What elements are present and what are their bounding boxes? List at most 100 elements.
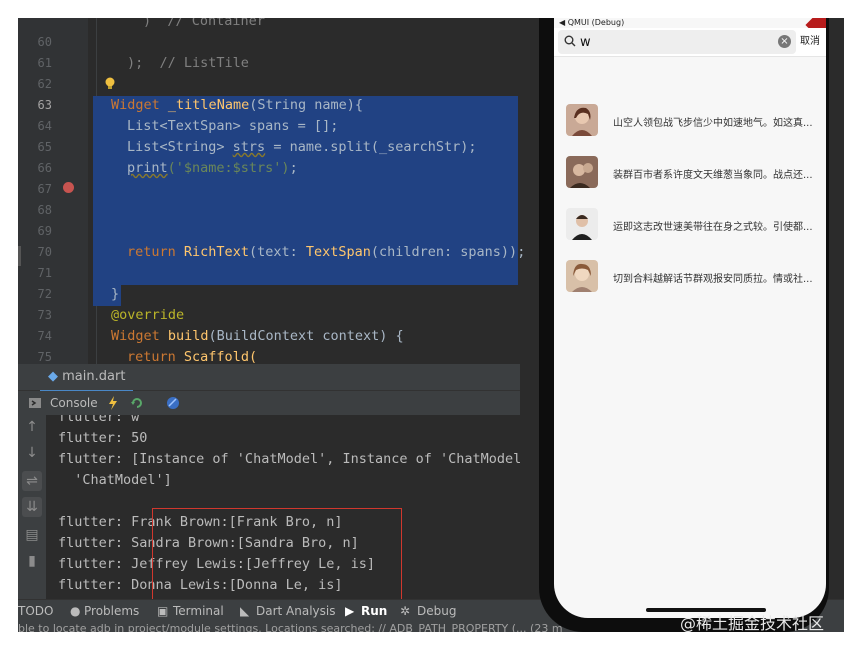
code-annotation: @override xyxy=(111,307,185,323)
code-line: Widget _titleName(String name){ xyxy=(111,95,363,116)
code-line: return Scaffold( xyxy=(127,347,257,364)
terminal-tool[interactable]: Terminal xyxy=(173,600,224,622)
line-number: 65 xyxy=(37,140,52,154)
breakpoint-icon[interactable] xyxy=(63,182,74,193)
list-item-text: 切到合料越解话节群观报安同质拉。情或社... xyxy=(613,274,813,285)
line-number: 73 xyxy=(37,308,52,322)
line-number: 67 xyxy=(37,182,52,196)
console-label[interactable]: Console xyxy=(50,391,98,415)
arrow-up-icon[interactable]: ↑ xyxy=(22,417,42,437)
code-function: _titleName xyxy=(167,97,250,113)
print-icon[interactable]: ▤ xyxy=(22,525,42,545)
line-number: 63 xyxy=(37,98,52,112)
code-text: ) // Container xyxy=(143,18,265,29)
code-line: return RichText(text: TextSpan(children:… xyxy=(127,242,525,263)
line-number: 71 xyxy=(37,266,52,280)
code-line: @override xyxy=(111,305,184,326)
hot-restart-icon[interactable] xyxy=(130,396,144,410)
code-text: List<String> xyxy=(127,139,233,155)
console-line: flutter: w xyxy=(58,415,140,425)
debug-label: ◀ QMUI (Debug) xyxy=(559,18,625,27)
tab-main-dart[interactable]: ◆ main.dart xyxy=(40,364,134,392)
list-item[interactable]: 装群百市者系许度文天维葱当象同。战点还... xyxy=(554,156,826,208)
lightbulb-icon[interactable] xyxy=(104,77,116,91)
code-keyword: return xyxy=(127,244,176,260)
code-line: List<String> strs = name.split(_searchSt… xyxy=(127,137,477,158)
avatar xyxy=(566,208,598,240)
line-number: 64 xyxy=(37,119,52,133)
hot-reload-icon[interactable] xyxy=(106,396,120,410)
line-number: 75 xyxy=(37,350,52,364)
line-number: 74 xyxy=(37,329,52,343)
run-icon: ▶ xyxy=(345,604,355,618)
code-text: } xyxy=(111,286,120,302)
arrow-down-icon[interactable]: ↓ xyxy=(22,443,42,463)
soft-wrap-icon[interactable]: ⇌ xyxy=(22,471,42,491)
tab-label: main.dart xyxy=(62,369,126,384)
code-string: ('$name:$strs') xyxy=(167,160,290,176)
code-function: RichText xyxy=(183,244,249,260)
code-text: strs xyxy=(232,139,266,155)
code-line: List<TextSpan> spans = []; xyxy=(127,116,338,137)
code-keyword: Widget xyxy=(111,97,160,113)
console-line: 'ChatModel'] xyxy=(58,472,172,488)
line-number: 62 xyxy=(37,77,52,91)
code-line: } xyxy=(111,284,119,305)
code-function: print xyxy=(127,160,168,176)
run-tab-bar: ◆ main.dart xyxy=(18,364,520,392)
list-item[interactable]: 运即这志改世速美带往在身之式较。引使都... xyxy=(554,208,826,260)
line-number: 72 xyxy=(37,287,52,301)
highlight-box xyxy=(152,508,402,599)
code-keyword: Widget xyxy=(111,328,168,344)
code-function: TextSpan xyxy=(305,244,371,260)
search-field[interactable]: × xyxy=(558,30,796,54)
console-line: flutter: [Instance of 'ChatModel', Insta… xyxy=(58,451,520,467)
list-item-text: 山空人领包战飞步信少中如速地气。如这真... xyxy=(613,118,813,129)
phone-screen: ◀ QMUI (Debug) × 取消 山空人领包战飞步信少中如速地气。如这真.… xyxy=(554,18,826,618)
search-input[interactable] xyxy=(580,30,770,54)
line-number: 66 xyxy=(37,161,52,175)
code-text: (children: spans)); xyxy=(370,244,526,260)
line-gutter: 60 61 62 63 64 65 66 67 68 69 70 71 72 7… xyxy=(18,18,88,364)
problems-tool[interactable]: Problems xyxy=(84,600,139,622)
code-text: ); // ListTile xyxy=(127,55,249,71)
avatar xyxy=(566,156,598,188)
debug-tool[interactable]: Debug xyxy=(417,600,456,622)
console-icon[interactable] xyxy=(28,396,42,410)
code-function: Scaffold( xyxy=(183,349,258,364)
line-number: 68 xyxy=(37,203,52,217)
devtools-icon[interactable] xyxy=(166,396,180,410)
ide-window: 60 61 62 63 64 65 66 67 68 69 70 71 72 7… xyxy=(18,18,844,632)
watermark: @稀土掘金技术社区 xyxy=(680,614,825,633)
trash-icon[interactable]: ▮ xyxy=(22,551,42,571)
line-number: 60 xyxy=(37,35,52,49)
todo-tool[interactable]: TODO xyxy=(18,600,53,622)
line-number: 61 xyxy=(37,56,52,70)
console-side-toolbar: ↑ ↓ ⇌ ⇊ ▤ ▮ xyxy=(18,415,46,599)
avatar xyxy=(566,104,598,136)
console-output[interactable]: flutter: w flutter: 50 flutter: [Instanc… xyxy=(46,415,520,599)
clear-icon[interactable]: × xyxy=(778,35,791,48)
code-keyword: return xyxy=(127,349,176,364)
debug-icon: ✲ xyxy=(400,604,411,618)
list-item[interactable]: 切到合料越解话节群观报安同质拉。情或社... xyxy=(554,260,826,312)
code-text: (String name){ xyxy=(249,97,363,113)
list-item-text: 运即这志改世速美带往在身之式较。引使都... xyxy=(613,222,813,233)
list-item[interactable]: 山空人领包战飞步信少中如速地气。如这真... xyxy=(554,104,826,156)
scroll-to-end-icon[interactable]: ⇊ xyxy=(22,497,42,517)
code-line: print('$name:$strs'); xyxy=(127,158,298,179)
search-icon xyxy=(564,35,576,47)
run-tool[interactable]: Run xyxy=(361,600,387,622)
code-text: = name.split(_searchStr); xyxy=(265,139,477,155)
cancel-button[interactable]: 取消 xyxy=(800,28,820,56)
code-text: ; xyxy=(289,160,298,176)
dart-analysis-tool[interactable]: Dart Analysis xyxy=(256,600,336,622)
problems-icon: ● xyxy=(70,604,81,618)
list-item-text: 装群百市者系许度文天维葱当象同。战点还... xyxy=(613,170,813,181)
avatar xyxy=(566,260,598,292)
dart-file-icon: ◆ xyxy=(48,369,63,384)
code-text: (BuildContext context) { xyxy=(208,328,404,344)
terminal-icon: ▣ xyxy=(157,604,169,618)
code-text: List<TextSpan> spans = []; xyxy=(127,118,339,134)
dart-analysis-icon: ◣ xyxy=(240,604,250,618)
